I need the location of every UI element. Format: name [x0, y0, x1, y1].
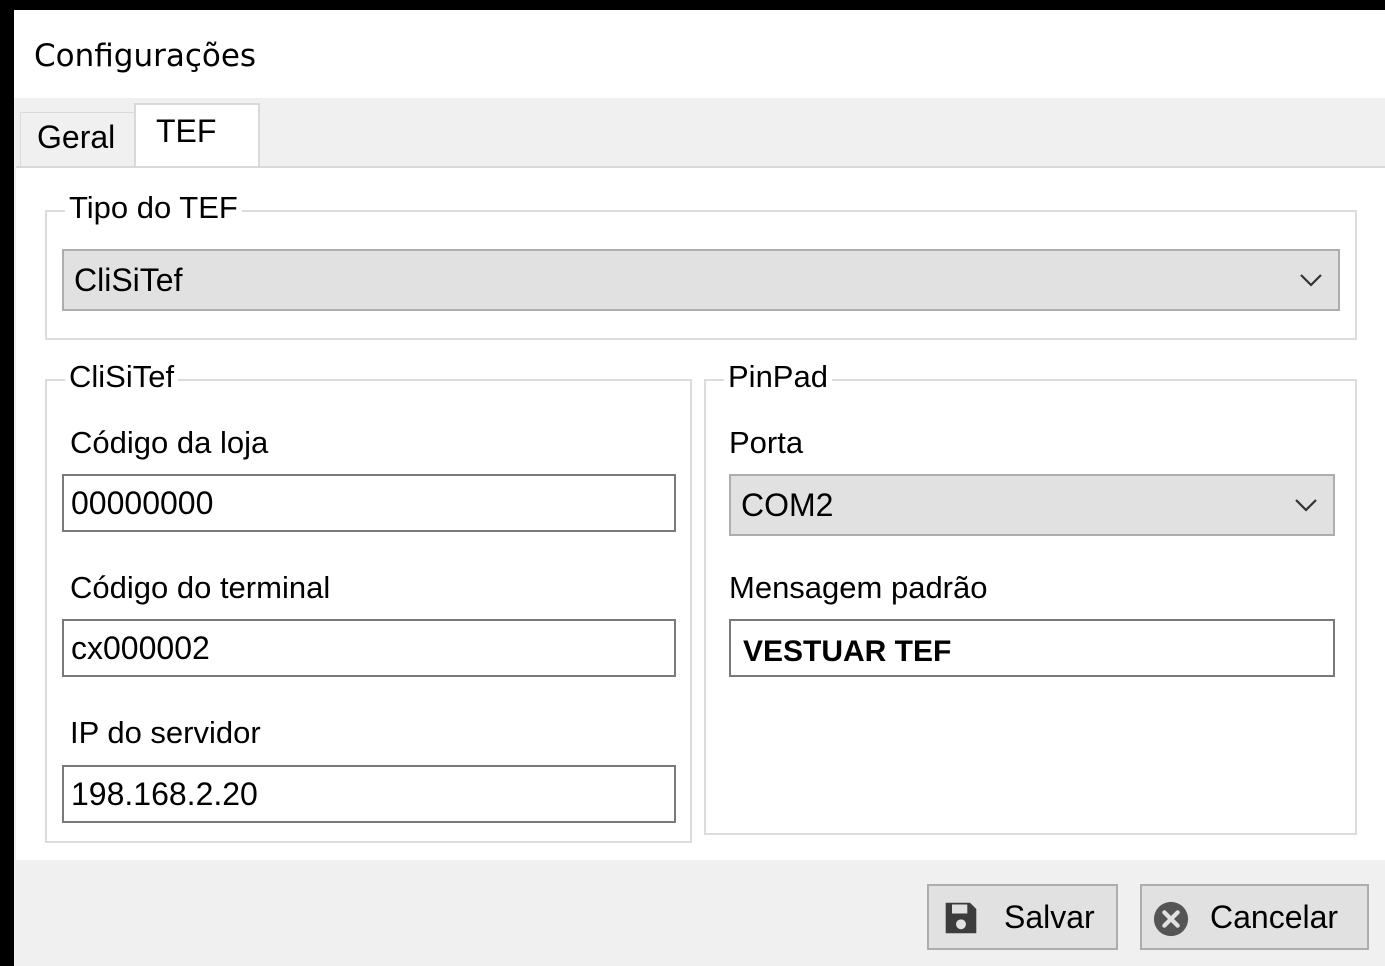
chevron-down-icon — [1300, 274, 1322, 287]
window-border-left — [0, 0, 14, 966]
save-button-label: Salvar — [1004, 899, 1095, 935]
save-button[interactable]: Salvar — [927, 884, 1118, 950]
pinpad-group: PinPad Porta COM2 Mensagem padrão VESTUA… — [704, 359, 1357, 835]
codigo-terminal-input[interactable]: cx000002 — [62, 619, 676, 677]
tipo-tef-legend: Tipo do TEF — [65, 190, 242, 226]
tipo-tef-select[interactable]: CliSiTef — [62, 249, 1340, 311]
clisitef-group: CliSiTef Código da loja 00000000 Código … — [45, 359, 692, 843]
pinpad-legend: PinPad — [724, 359, 832, 395]
ip-servidor-input[interactable]: 198.168.2.20 — [62, 765, 676, 823]
cancel-icon — [1153, 901, 1189, 937]
settings-window: Configurações Geral TEF Tipo do TEF CliS… — [0, 0, 1385, 966]
tipo-tef-selected-value: CliSiTef — [74, 262, 183, 298]
ip-servidor-label: IP do servidor — [70, 715, 261, 750]
codigo-loja-input[interactable]: 00000000 — [62, 474, 676, 532]
save-icon — [945, 902, 977, 934]
porta-selected-value: COM2 — [741, 487, 834, 523]
mensagem-padrao-label: Mensagem padrão — [729, 570, 988, 605]
porta-label: Porta — [729, 425, 804, 460]
title-bar: Configurações — [14, 10, 1385, 98]
codigo-loja-label: Código da loja — [70, 425, 269, 460]
cancel-button[interactable]: Cancelar — [1140, 884, 1369, 950]
window-border-top — [0, 0, 1385, 10]
tab-strip: Geral TEF — [14, 98, 1385, 169]
tipo-tef-group: Tipo do TEF CliSiTef — [45, 190, 1357, 340]
cancel-button-label: Cancelar — [1210, 899, 1339, 935]
chevron-down-icon — [1295, 499, 1317, 512]
codigo-terminal-label: Código do terminal — [70, 570, 331, 605]
tab-geral[interactable]: Geral — [20, 112, 135, 168]
button-bar: Salvar Cancelar — [14, 860, 1385, 966]
window-title: Configurações — [34, 38, 257, 74]
tab-tef[interactable]: TEF — [134, 103, 260, 169]
porta-select[interactable]: COM2 — [729, 474, 1335, 536]
clisitef-legend: CliSiTef — [65, 359, 179, 395]
tab-panel-tef: Tipo do TEF CliSiTef CliSiTef Código da … — [16, 166, 1385, 862]
mensagem-padrao-input[interactable]: VESTUAR TEF — [729, 619, 1335, 677]
